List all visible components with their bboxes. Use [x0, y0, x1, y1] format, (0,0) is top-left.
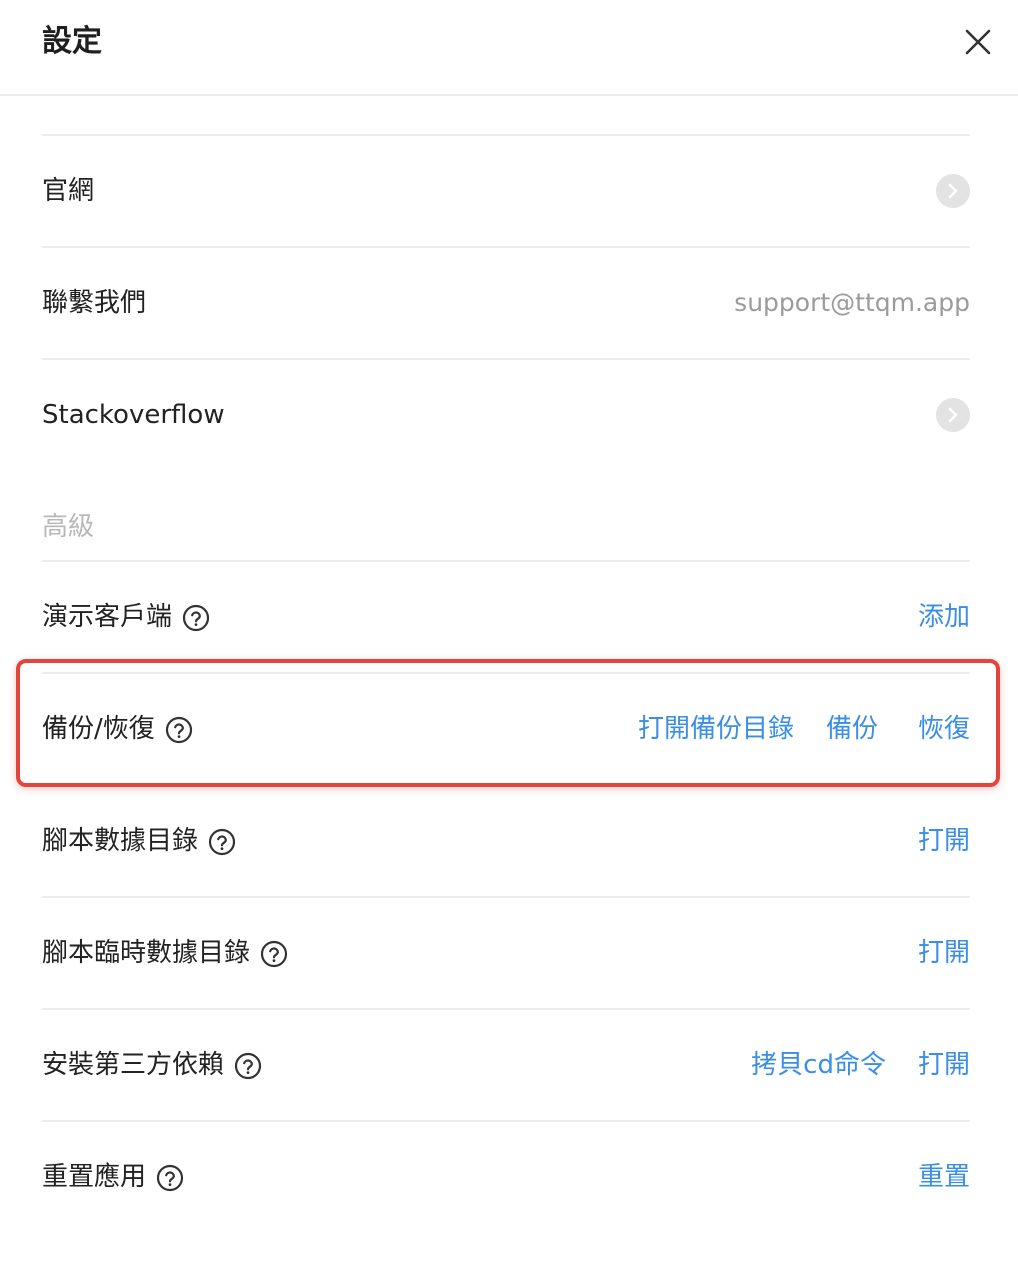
- question-circle-icon[interactable]: [260, 940, 288, 968]
- restore-link[interactable]: 恢復: [918, 712, 970, 746]
- row-label: 聯繫我們: [42, 288, 147, 318]
- chevron-right-icon[interactable]: [936, 398, 970, 432]
- backup-link[interactable]: 備份: [826, 712, 878, 746]
- question-circle-icon[interactable]: [208, 828, 236, 856]
- row-label-text: 備份/恢復: [42, 714, 155, 744]
- open-deps-dir-link[interactable]: 打開: [918, 1048, 970, 1082]
- row-install-deps: 安裝第三方依賴 拷貝cd命令 打開: [42, 1010, 970, 1120]
- add-demo-client-link[interactable]: 添加: [918, 600, 970, 634]
- row-script-temp-dir: 腳本臨時數據目錄 打開: [42, 898, 970, 1008]
- row-stackoverflow[interactable]: Stackoverflow: [42, 360, 970, 470]
- row-label-text: 腳本臨時數據目錄: [42, 938, 251, 968]
- row-label: 演示客戶端: [42, 600, 210, 634]
- row-backup-restore: 備份/恢復 打開備份目錄 備份 恢復: [42, 674, 970, 784]
- row-label: 安裝第三方依賴: [42, 1048, 262, 1082]
- chevron-right-icon[interactable]: [936, 174, 970, 208]
- dialog-header: 設定: [0, 0, 1018, 96]
- row-label: 重置應用: [42, 1160, 184, 1194]
- row-label-text: 安裝第三方依賴: [42, 1050, 225, 1080]
- question-circle-icon[interactable]: [165, 716, 193, 744]
- dialog-title: 設定: [42, 24, 102, 59]
- copy-cd-command-link[interactable]: 拷貝cd命令: [751, 1048, 886, 1082]
- open-script-data-dir-link[interactable]: 打開: [918, 824, 970, 858]
- contact-email: support@ttqm.app: [734, 288, 970, 317]
- open-backup-dir-link[interactable]: 打開備份目錄: [638, 712, 794, 746]
- close-icon[interactable]: [962, 26, 994, 58]
- row-label: 腳本臨時數據目錄: [42, 936, 288, 970]
- row-demo-client: 演示客戶端 添加: [42, 562, 970, 672]
- row-contact: 聯繫我們 support@ttqm.app: [42, 248, 970, 358]
- question-circle-icon[interactable]: [182, 604, 210, 632]
- row-label: Stackoverflow: [42, 400, 225, 430]
- row-reset-app: 重置應用 重置: [42, 1122, 970, 1232]
- question-circle-icon[interactable]: [234, 1052, 262, 1080]
- row-website[interactable]: 官網: [42, 136, 970, 246]
- row-label: 官網: [42, 176, 95, 206]
- row-label-text: 演示客戶端: [42, 602, 173, 632]
- open-script-temp-dir-link[interactable]: 打開: [918, 936, 970, 970]
- row-script-data-dir: 腳本數據目錄 打開: [42, 786, 970, 896]
- question-circle-icon[interactable]: [156, 1164, 184, 1192]
- row-label-text: 重置應用: [42, 1162, 147, 1192]
- section-title-advanced: 高級: [42, 512, 95, 542]
- row-label-text: 腳本數據目錄: [42, 826, 199, 856]
- reset-app-link[interactable]: 重置: [918, 1160, 970, 1194]
- row-label: 備份/恢復: [42, 712, 193, 746]
- row-label: 腳本數據目錄: [42, 824, 236, 858]
